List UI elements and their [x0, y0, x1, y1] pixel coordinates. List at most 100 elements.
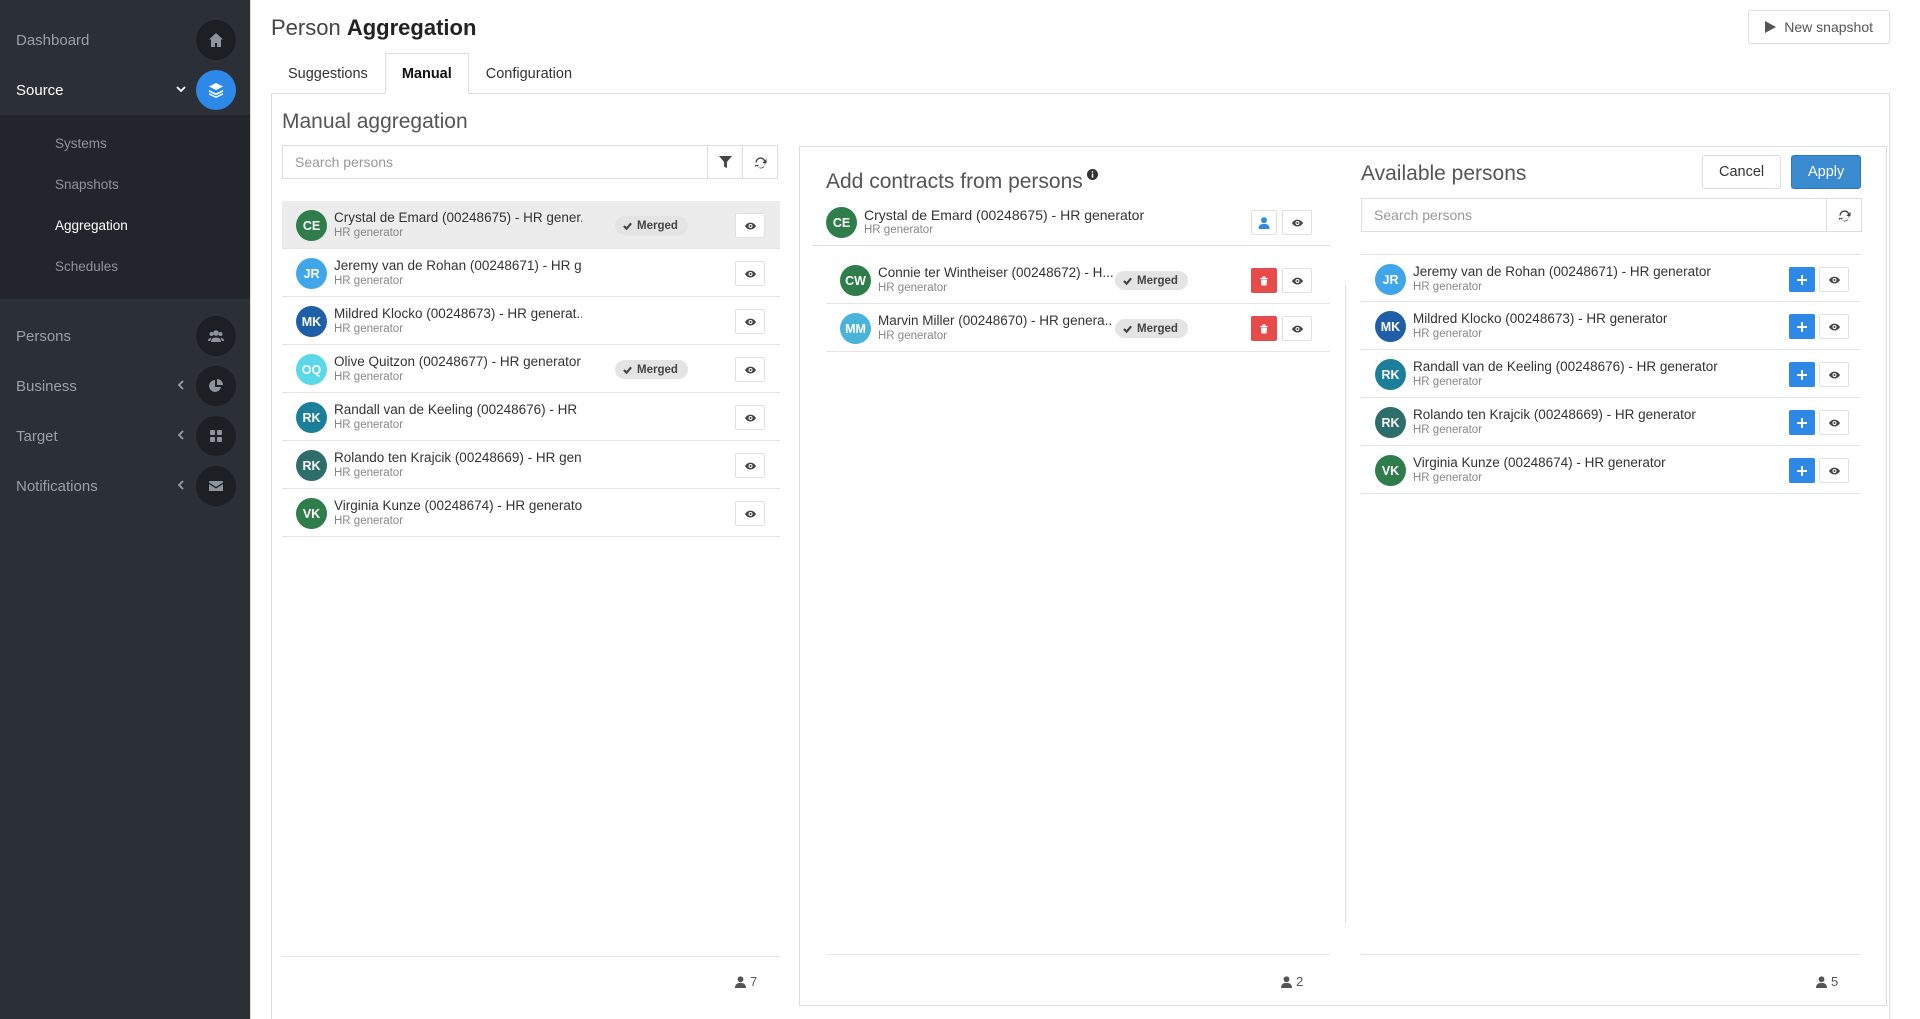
add-button[interactable]	[1789, 267, 1815, 292]
cancel-button[interactable]: Cancel	[1702, 155, 1782, 189]
avatar: MM	[840, 313, 871, 344]
info-icon[interactable]	[1086, 162, 1098, 180]
list-item[interactable]: MK Mildred Klocko (00248673) - HR genera…	[282, 297, 780, 345]
avatar: RK	[1375, 407, 1406, 438]
available-search-input[interactable]: Search persons	[1361, 198, 1827, 232]
person-name: Rolando ten Krajcik (00248669) - HR gen.…	[334, 450, 582, 465]
sidebar-item-business[interactable]: Business	[0, 361, 250, 411]
add-button[interactable]	[1789, 362, 1815, 387]
view-button[interactable]	[1282, 210, 1312, 235]
list-item[interactable]: OQ Olive Quitzon (00248677) - HR generat…	[282, 345, 780, 393]
view-button[interactable]	[735, 405, 765, 430]
person-count: 7	[735, 974, 757, 989]
list-item[interactable]: MM Marvin Miller (00248670) - HR genera.…	[826, 304, 1330, 352]
sidebar: Dashboard Source Systems Snapshots Aggre…	[0, 0, 250, 1019]
check-icon	[623, 222, 632, 230]
chevron-down-icon	[174, 82, 188, 96]
list-item[interactable]: RK Randall van de Keeling (00248676) - H…	[282, 393, 780, 441]
refresh-icon	[754, 156, 767, 168]
list-item[interactable]: MK Mildred Klocko (00248673) - HR genera…	[1361, 302, 1861, 350]
user-icon	[1258, 217, 1270, 229]
view-button[interactable]	[735, 501, 765, 526]
sidebar-item-notifications[interactable]: Notifications	[0, 461, 250, 511]
view-button[interactable]	[735, 357, 765, 382]
list-item[interactable]: CW Connie ter Wintheiser (00248672) - H.…	[826, 256, 1330, 304]
list-item[interactable]: RK Rolando ten Krajcik (00248669) - HR g…	[1361, 398, 1861, 446]
view-button[interactable]	[1819, 267, 1849, 292]
grid-icon[interactable]	[196, 416, 236, 456]
layers-icon[interactable]	[196, 70, 236, 110]
list-item[interactable]: RK Rolando ten Krajcik (00248669) - HR g…	[282, 441, 780, 489]
sidebar-subitem-snapshots[interactable]: Snapshots	[0, 164, 250, 205]
add-button[interactable]	[1789, 458, 1815, 483]
sidebar-item-source[interactable]: Source	[0, 65, 250, 115]
person-source: HR generator	[1413, 376, 1483, 388]
view-button[interactable]	[735, 261, 765, 286]
delete-button[interactable]	[1251, 316, 1277, 341]
person-source: HR generator	[334, 371, 404, 383]
person-source: HR generator	[1413, 424, 1483, 436]
person-source: HR generator	[334, 323, 404, 335]
sidebar-subitem-systems[interactable]: Systems	[0, 123, 250, 164]
view-button[interactable]	[1282, 316, 1312, 341]
person-name: Mildred Klocko (00248673) - HR generat..…	[334, 306, 582, 321]
person-name: Randall van de Keeling (00248676) - HR g…	[1413, 359, 1718, 374]
add-button[interactable]	[1789, 314, 1815, 339]
source-subnav: Systems Snapshots Aggregation Schedules	[0, 115, 250, 299]
list-item[interactable]: RK Randall van de Keeling (00248676) - H…	[1361, 350, 1861, 398]
eye-icon	[1292, 219, 1303, 227]
view-button[interactable]	[735, 309, 765, 334]
view-button[interactable]	[735, 213, 765, 238]
envelope-icon[interactable]	[196, 466, 236, 506]
chevron-left-icon	[174, 378, 188, 392]
eye-icon	[745, 414, 756, 422]
list-item[interactable]: JR Jeremy van de Rohan (00248671) - HR g…	[1361, 254, 1861, 302]
person-source: HR generator	[334, 275, 404, 287]
new-snapshot-button[interactable]: New snapshot	[1748, 10, 1890, 44]
eye-icon	[1829, 371, 1840, 379]
delete-button[interactable]	[1251, 268, 1277, 293]
list-item[interactable]: CE Crystal de Emard (00248675) - HR gene…	[282, 201, 780, 249]
sidebar-subitem-aggregation[interactable]: Aggregation	[0, 205, 250, 246]
main-content: Person Aggregation New snapshot Suggesti…	[250, 0, 1920, 1019]
pie-chart-icon[interactable]	[196, 366, 236, 406]
avatar: VK	[1375, 455, 1406, 486]
sidebar-item-label: Persons	[16, 327, 72, 345]
sidebar-item-persons[interactable]: Persons	[0, 311, 250, 361]
person-name: Crystal de Emard (00248675) - HR gener..…	[334, 210, 582, 225]
check-icon	[1123, 277, 1132, 285]
home-icon[interactable]	[196, 20, 236, 60]
view-button[interactable]	[1282, 268, 1312, 293]
view-button[interactable]	[1819, 458, 1849, 483]
available-refresh-button[interactable]	[1826, 198, 1862, 232]
list-item[interactable]: VK Virginia Kunze (00248674) - HR genera…	[1361, 446, 1861, 494]
manual-aggregation-title: Manual aggregation	[282, 110, 468, 133]
check-icon	[623, 366, 632, 374]
filter-button[interactable]	[707, 145, 743, 179]
view-button[interactable]	[1819, 314, 1849, 339]
sidebar-item-label: Target	[16, 427, 58, 445]
view-button[interactable]	[735, 453, 765, 478]
user-button[interactable]	[1251, 210, 1277, 235]
tab-suggestions[interactable]: Suggestions	[271, 53, 385, 94]
view-button[interactable]	[1819, 362, 1849, 387]
tab-configuration[interactable]: Configuration	[469, 53, 589, 94]
list-item[interactable]: JR Jeremy van de Rohan (00248671) - HR g…	[282, 249, 780, 297]
divider	[826, 954, 1330, 955]
avatar: CE	[296, 210, 327, 241]
person-source: HR generator	[334, 515, 404, 527]
apply-button[interactable]: Apply	[1791, 155, 1862, 189]
list-item[interactable]: VK Virginia Kunze (00248674) - HR genera…	[282, 489, 780, 537]
users-icon[interactable]	[196, 316, 236, 356]
person-source: HR generator	[334, 419, 404, 431]
sidebar-subitem-schedules[interactable]: Schedules	[0, 246, 250, 287]
search-persons-input[interactable]: Search persons	[282, 145, 708, 179]
add-button[interactable]	[1789, 410, 1815, 435]
sidebar-item-target[interactable]: Target	[0, 411, 250, 461]
refresh-button[interactable]	[742, 145, 778, 179]
avatar: JR	[296, 258, 327, 289]
view-button[interactable]	[1819, 410, 1849, 435]
tab-manual[interactable]: Manual	[384, 53, 469, 94]
sidebar-item-dashboard[interactable]: Dashboard	[0, 15, 250, 65]
person-name: Jeremy van de Rohan (00248671) - HR g...	[334, 258, 582, 273]
